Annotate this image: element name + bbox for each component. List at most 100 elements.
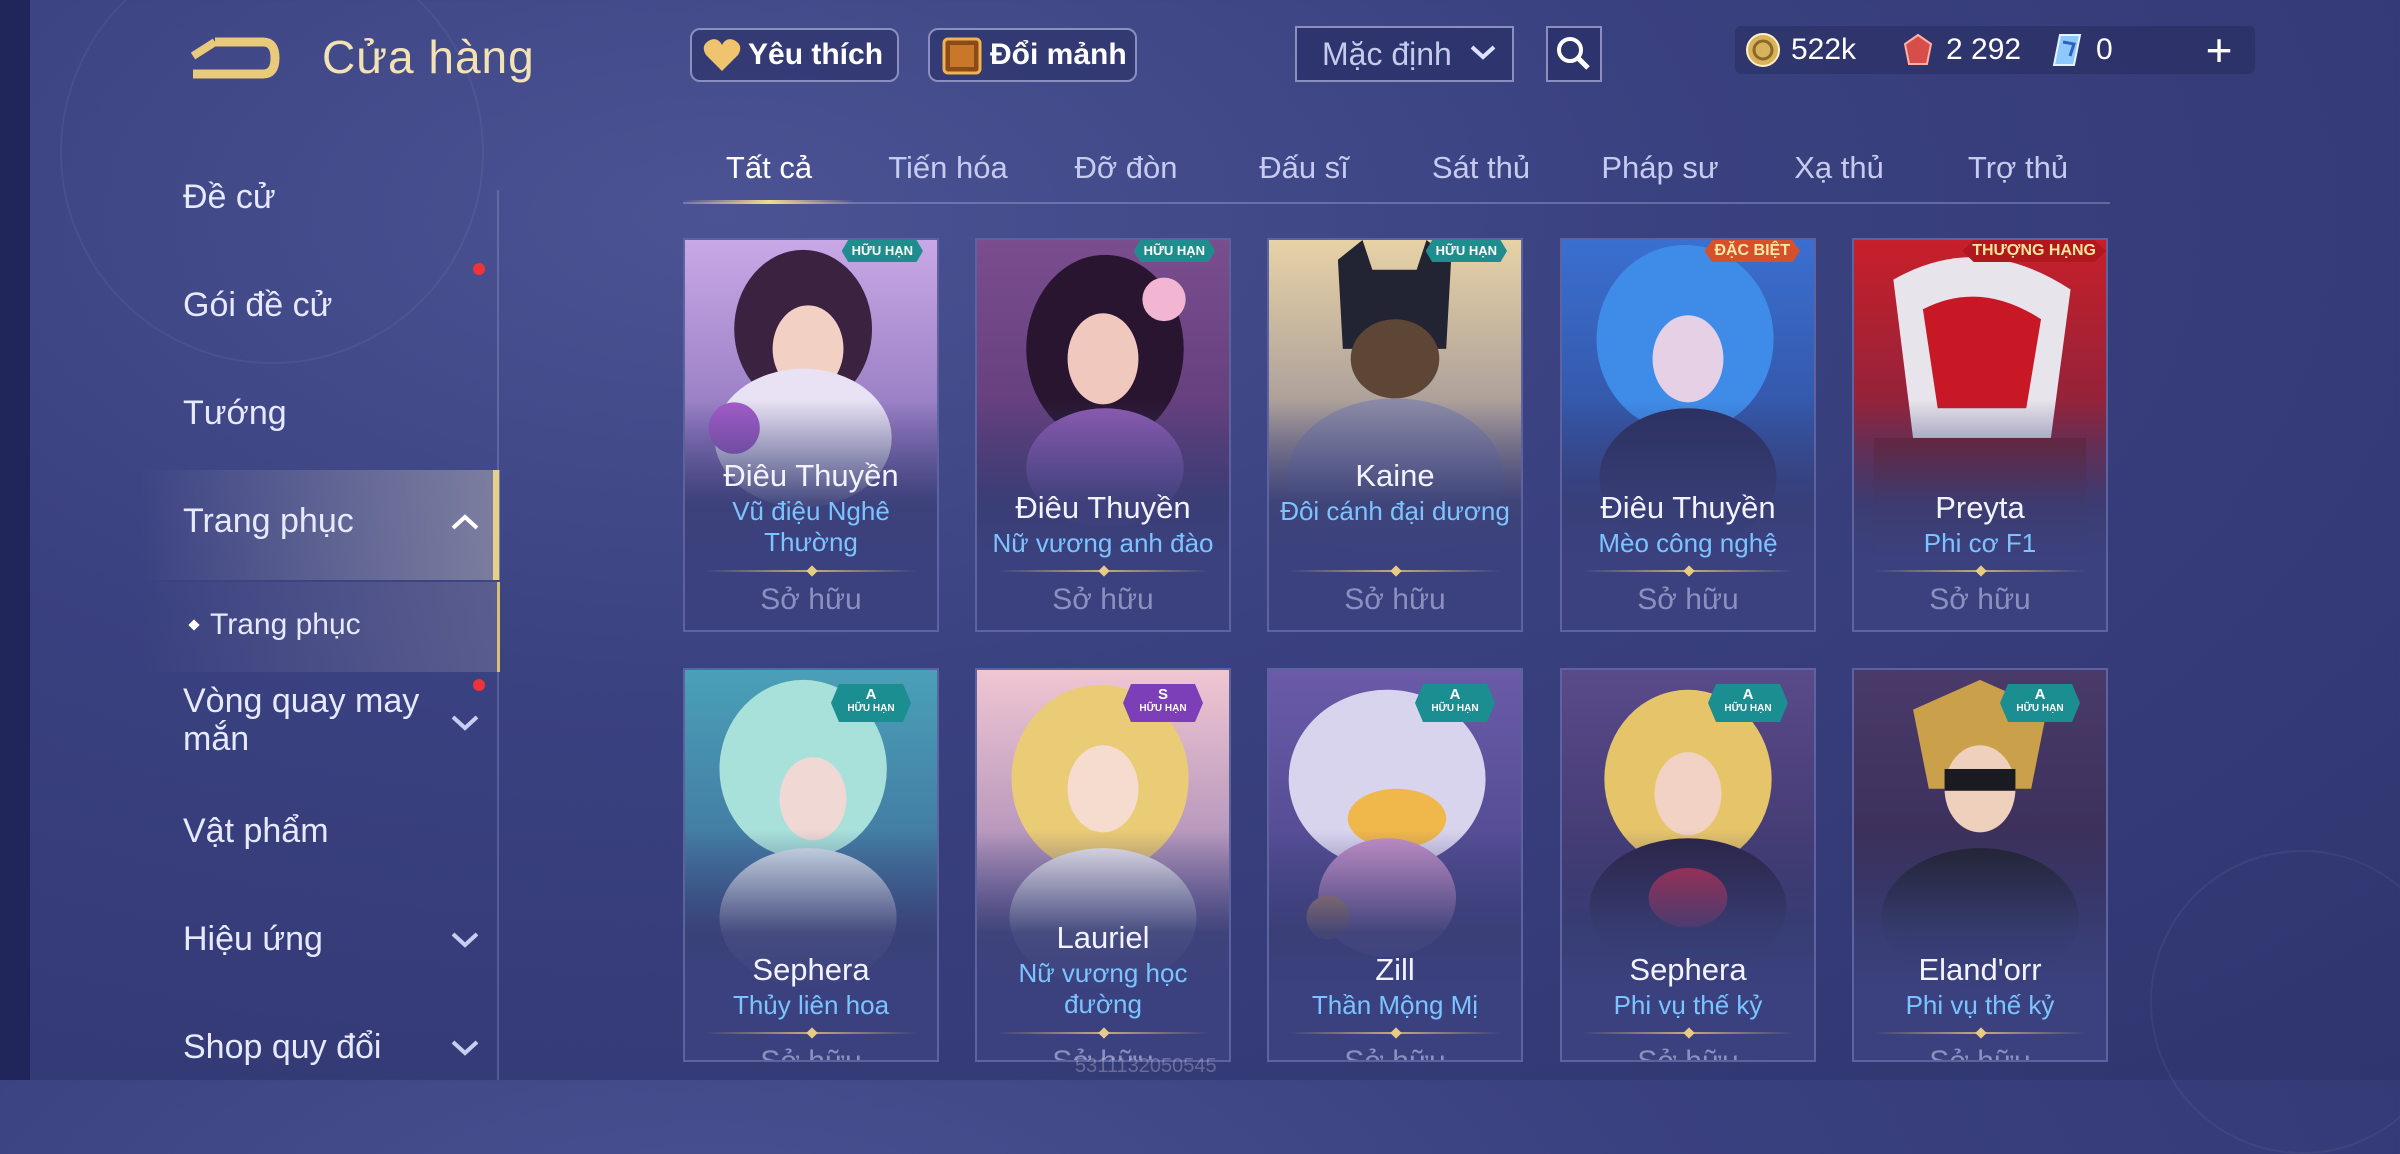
chevron-down-icon[interactable] bbox=[448, 1035, 482, 1059]
background-decoration bbox=[2150, 850, 2400, 1154]
sidebar-item-skins[interactable]: Trang phục bbox=[183, 502, 354, 541]
gem-icon bbox=[2052, 34, 2082, 66]
sidebar-active-indicator bbox=[493, 470, 499, 580]
tier-label: HỮU HẠN bbox=[1724, 703, 1772, 714]
sidebar-divider bbox=[497, 672, 499, 1080]
shards-exchange-button[interactable]: Đổi mảnh bbox=[928, 28, 1137, 82]
tier-letter: A bbox=[1449, 686, 1461, 703]
hero-name: Điêu Thuyền bbox=[723, 458, 899, 493]
premium-badge: THƯỢNG HẠNG bbox=[1962, 240, 2106, 262]
skin-name: Thủy liên hoa bbox=[732, 990, 890, 1020]
tab-marksman[interactable]: Xạ thủ bbox=[1794, 150, 1884, 186]
skin-name: Phi vụ thế kỷ bbox=[1613, 990, 1763, 1020]
skin-name: Nữ vương anh đào bbox=[992, 528, 1214, 558]
skin-card[interactable]: A HỮU HẠN Eland'orr Phi vụ thế kỷ Sở hữu bbox=[1852, 668, 2108, 1062]
skin-card[interactable]: HỮU HẠN Điêu Thuyền Vũ điệu Nghê Thường … bbox=[683, 238, 939, 632]
shards-label: Đổi mảnh bbox=[990, 38, 1127, 71]
back-arrow-icon bbox=[190, 37, 280, 79]
card-shade bbox=[1562, 830, 1814, 1060]
tier-letter: S bbox=[1157, 686, 1168, 703]
notification-dot bbox=[473, 679, 485, 691]
owned-status: Sở hữu bbox=[1637, 583, 1739, 616]
sidebar-item-recommended[interactable]: Đề cử bbox=[183, 178, 276, 217]
sidebar-subitem-skins[interactable]: Trang phục bbox=[188, 608, 361, 642]
skin-card[interactable]: A HỮU HẠN Zill Thần Mộng Mị Sở hữu bbox=[1267, 668, 1523, 1062]
skin-card[interactable]: HỮU HẠN Kaine Đôi cánh đại dương Sở hữu bbox=[1267, 238, 1523, 632]
skin-card[interactable]: A HỮU HẠN Sephera Phi vụ thế kỷ Sở hữu bbox=[1560, 668, 1816, 1062]
page-title: Cửa hàng bbox=[322, 31, 535, 83]
limited-badge: HỮU HẠN bbox=[841, 240, 923, 262]
tier-label: HỮU HẠN bbox=[1431, 703, 1479, 714]
voucher-currency: 2 292 bbox=[1900, 28, 2021, 72]
owned-status: Sở hữu bbox=[760, 583, 862, 616]
voucher-icon bbox=[1903, 33, 1933, 65]
owned-status: Sở hữu bbox=[1344, 583, 1446, 616]
sidebar-item-items[interactable]: Vật phẩm bbox=[183, 812, 329, 851]
shard-chest-icon bbox=[942, 37, 982, 75]
back-button[interactable] bbox=[185, 36, 280, 86]
tier-label: HỮU HẠN bbox=[1139, 703, 1187, 714]
owned-status: Sở hữu bbox=[760, 1045, 862, 1062]
sidebar-divider bbox=[497, 190, 499, 470]
tab-all[interactable]: Tất cả bbox=[726, 150, 812, 186]
hero-name: Điêu Thuyền bbox=[1015, 490, 1191, 525]
sidebar-item-recommended-bundles[interactable]: Gói đề cử bbox=[183, 286, 332, 325]
hero-name: Kaine bbox=[1355, 458, 1435, 493]
skin-name: Thần Mộng Mị bbox=[1311, 990, 1479, 1020]
limited-badge: HỮU HẠN bbox=[1133, 240, 1215, 262]
sidebar-item-lucky-spin[interactable]: Vòng quay may mắn bbox=[183, 682, 453, 758]
active-tab-underline bbox=[683, 200, 855, 204]
sidebar-item-exchange-shop[interactable]: Shop quy đổi bbox=[183, 1028, 382, 1067]
sidebar-subitem-label: Trang phục bbox=[210, 608, 361, 641]
skin-name: Vũ điệu Nghê Thường bbox=[732, 496, 890, 557]
gold-coin-icon bbox=[1746, 33, 1780, 67]
skin-card[interactable]: A HỮU HẠN Sephera Thủy liên hoa Sở hữu bbox=[683, 668, 939, 1062]
hero-name: Điêu Thuyền bbox=[1600, 490, 1776, 525]
skin-card[interactable]: S HỮU HẠN Lauriel Nữ vương học đường Sở … bbox=[975, 668, 1231, 1062]
tier-label: HỮU HẠN bbox=[847, 703, 895, 714]
tier-badge: A HỮU HẠN bbox=[2000, 684, 2080, 722]
card-shade bbox=[685, 830, 937, 1060]
owned-status: Sở hữu bbox=[1052, 583, 1154, 616]
search-button[interactable] bbox=[1546, 26, 1602, 82]
hero-name: Eland'orr bbox=[1918, 952, 2042, 987]
tab-assassin[interactable]: Sát thủ bbox=[1432, 150, 1530, 186]
tab-support[interactable]: Trợ thủ bbox=[1968, 150, 2068, 186]
owned-status: Sở hữu bbox=[1929, 583, 2031, 616]
skin-name: Phi cơ F1 bbox=[1923, 528, 2037, 558]
tabs-divider bbox=[683, 202, 2110, 204]
notification-dot bbox=[473, 263, 485, 275]
tab-evolution[interactable]: Tiến hóa bbox=[888, 150, 1008, 186]
heart-icon bbox=[703, 39, 741, 71]
tier-badge: A HỮU HẠN bbox=[1708, 684, 1788, 722]
tier-badge: S HỮU HẠN bbox=[1123, 684, 1203, 722]
sidebar-item-heroes[interactable]: Tướng bbox=[183, 394, 287, 433]
tab-mage[interactable]: Pháp sư bbox=[1601, 150, 1718, 186]
skin-card[interactable]: HỮU HẠN Điêu Thuyền Nữ vương anh đào Sở … bbox=[975, 238, 1231, 632]
skin-card[interactable]: THƯỢNG HẠNG Preyta Phi cơ F1 Sở hữu bbox=[1852, 238, 2108, 632]
watermark-id: 5311132050545 bbox=[1075, 1055, 1217, 1077]
sort-dropdown[interactable]: Mặc định bbox=[1295, 26, 1514, 82]
tier-letter: A bbox=[1742, 686, 1754, 703]
hero-name: Zill bbox=[1375, 952, 1415, 987]
add-currency-button[interactable]: + bbox=[2195, 26, 2243, 74]
special-badge: ĐẶC BIỆT bbox=[1704, 240, 1800, 262]
sidebar-item-effects[interactable]: Hiệu ứng bbox=[183, 920, 323, 959]
hero-name: Sephera bbox=[752, 952, 870, 987]
chevron-up-icon[interactable] bbox=[448, 510, 482, 534]
limited-badge: HỮU HẠN bbox=[1425, 240, 1507, 262]
chevron-down-icon[interactable] bbox=[448, 710, 482, 734]
skin-name: Mèo công nghệ bbox=[1598, 528, 1778, 558]
skin-name: Phi vụ thế kỷ bbox=[1905, 990, 2055, 1020]
favorites-button[interactable]: Yêu thích bbox=[690, 28, 899, 82]
owned-status: Sở hữu bbox=[1344, 1045, 1446, 1062]
hero-name: Lauriel bbox=[1056, 920, 1150, 955]
category-tabs: Tất cả Tiến hóa Đỡ đòn Đấu sĩ Sát thủ Ph… bbox=[683, 140, 2110, 205]
card-shade bbox=[1269, 830, 1521, 1060]
skin-name: Đôi cánh đại dương bbox=[1280, 496, 1510, 526]
chevron-down-icon[interactable] bbox=[448, 927, 482, 951]
skin-card[interactable]: ĐẶC BIỆT Điêu Thuyền Mèo công nghệ Sở hữ… bbox=[1560, 238, 1816, 632]
tab-tank[interactable]: Đỡ đòn bbox=[1074, 150, 1177, 186]
tab-fighter[interactable]: Đấu sĩ bbox=[1259, 150, 1349, 186]
hero-name: Preyta bbox=[1935, 490, 2025, 525]
